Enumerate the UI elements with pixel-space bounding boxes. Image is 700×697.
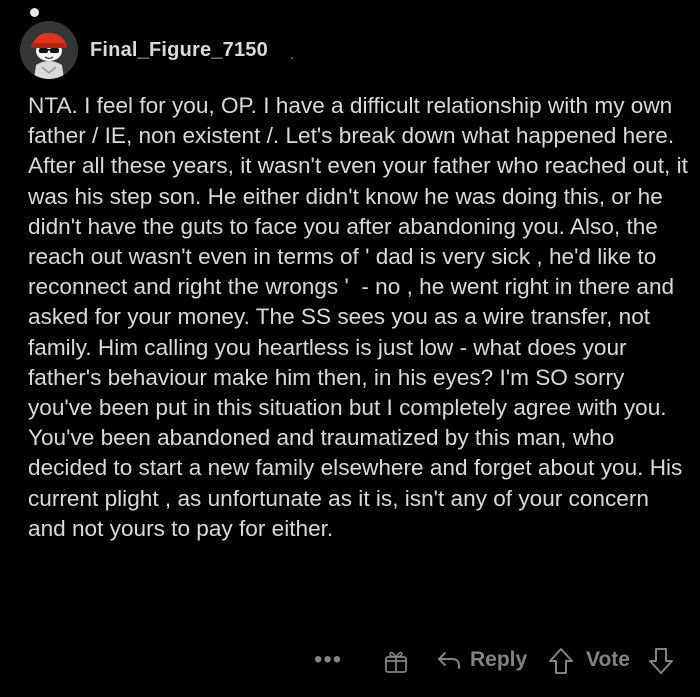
avatar[interactable] [20, 21, 78, 79]
vote-label: Vote [586, 648, 630, 671]
meta-separator: . [289, 46, 295, 63]
author-username[interactable]: Final_Figure_7150 [90, 39, 268, 62]
comment-body: NTA. I feel for you, OP. I have a diffic… [28, 93, 695, 541]
reply-arrow-icon [438, 652, 460, 669]
downvote-arrow-icon[interactable] [648, 647, 674, 675]
reply-button[interactable]: Reply [436, 644, 527, 676]
reply-label: Reply [470, 648, 528, 671]
snoo-avatar-icon [20, 21, 78, 79]
comment-header: Final_Figure_7150 . [20, 14, 294, 86]
comment-actions: ••• Reply Vote [0, 644, 700, 678]
comment: Final_Figure_7150 . NTA. I feel for you,… [0, 0, 700, 697]
upvote-arrow-icon[interactable] [548, 647, 574, 675]
award-icon[interactable] [383, 648, 409, 674]
more-options-button[interactable]: ••• [314, 646, 342, 674]
